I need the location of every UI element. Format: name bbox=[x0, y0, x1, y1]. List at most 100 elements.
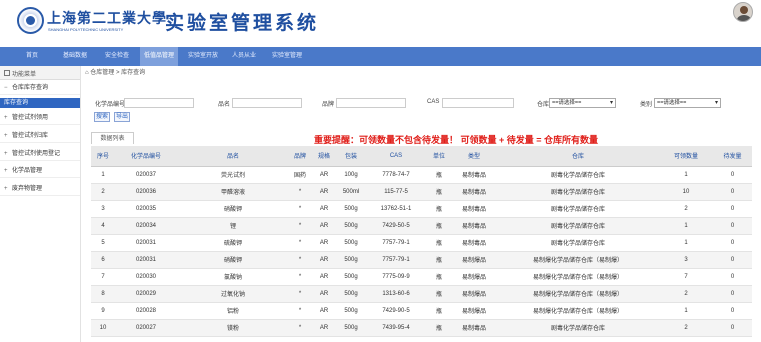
column-header: 化学品编号 bbox=[115, 146, 177, 167]
table-cell: 10 bbox=[91, 319, 115, 337]
table-cell: 500g bbox=[337, 200, 365, 218]
table-row[interactable]: 7 020030 氯酸钠 * AR 500g 7775-09-9 瓶易制爆品 易制爆化学品储存仓… bbox=[91, 268, 752, 286]
table-cell: 0 bbox=[713, 200, 752, 218]
table-cell: 瓶 bbox=[427, 217, 451, 235]
table-cell: 0 bbox=[713, 251, 752, 269]
table-row[interactable]: 1 020037 荧光试剂 国药 AR 100g 7778-74-7 瓶易制毒品 剧毒化学品储存… bbox=[91, 166, 752, 184]
nav-personnel[interactable]: 人员从业 bbox=[227, 47, 261, 66]
column-header: 可领数量 bbox=[659, 146, 713, 167]
table-cell: 瓶 bbox=[427, 234, 451, 252]
table-cell: 020031 bbox=[115, 251, 177, 269]
nav-consumables[interactable]: 低值品管理 bbox=[140, 47, 178, 66]
table-cell: 瓶 bbox=[427, 268, 451, 286]
table-cell: 500g bbox=[337, 285, 365, 303]
table-cell: AR bbox=[311, 268, 337, 286]
expand-icon: + bbox=[4, 151, 8, 157]
table-cell: 500g bbox=[337, 319, 365, 337]
table-cell: * bbox=[289, 319, 311, 337]
table-row[interactable]: 8 020029 过氧化钠 * AR 500g 1313-60-6 瓶易制爆品 易制爆化学品储存… bbox=[91, 285, 752, 303]
nav-basic-data[interactable]: 基础数据 bbox=[56, 47, 94, 66]
table-cell: 13762-51-1 bbox=[365, 200, 427, 218]
table-cell: 易制爆化学品储存仓库（易制爆） bbox=[497, 285, 659, 303]
warehouse-select[interactable]: ==请选择== bbox=[549, 98, 616, 108]
table-cell: 500g bbox=[337, 217, 365, 235]
table-cell: * bbox=[289, 234, 311, 252]
sidebar-item-reagent-usage-log[interactable]: + 管控试剂使用登记 bbox=[0, 147, 80, 161]
sidebar-header: 功能菜单 bbox=[0, 66, 80, 80]
sidebar-item-inventory-query[interactable]: − 仓库库存查询 bbox=[0, 81, 80, 95]
table-cell: 3 bbox=[91, 200, 115, 218]
table-cell: 500ml bbox=[337, 183, 365, 201]
table-cell: 2 bbox=[659, 200, 713, 218]
nav-home[interactable]: 首页 bbox=[14, 47, 50, 66]
sidebar-item-reagent-requisition[interactable]: + 管控试剂领用 bbox=[0, 111, 80, 125]
table-cell: 瓶 bbox=[427, 319, 451, 337]
tab-data-list[interactable]: 数据列表 bbox=[91, 132, 134, 144]
sidebar-item-chemical-management[interactable]: + 化学品管理 bbox=[0, 164, 80, 178]
table-row[interactable]: 9 020028 铝粉 * AR 500g 7429-90-5 瓶易制爆品 易制爆化学品储存仓库… bbox=[91, 302, 752, 320]
nav-lab-open[interactable]: 实验室开放 bbox=[182, 47, 224, 66]
table-cell: 镁粉 bbox=[177, 319, 289, 337]
table-cell: 7439-95-4 bbox=[365, 319, 427, 337]
table-cell: 7 bbox=[91, 268, 115, 286]
table-cell: * bbox=[289, 302, 311, 320]
export-button[interactable]: 导出 bbox=[114, 112, 130, 122]
table-row[interactable]: 10 020027 镁粉 * AR 500g 7439-95-4 瓶易制毒品 剧毒化学品储存仓库… bbox=[91, 319, 752, 337]
nav-lab-management[interactable]: 实验室管理 bbox=[265, 47, 309, 66]
table-cell: 易制爆化学品储存仓库（易制爆） bbox=[497, 268, 659, 286]
search-button[interactable]: 搜索 bbox=[94, 112, 110, 122]
table-cell: * bbox=[289, 200, 311, 218]
brand-input[interactable] bbox=[336, 98, 406, 108]
table-row[interactable]: 5 020031 硫酸钾 * AR 500g 7757-79-1 瓶易制毒品 剧毒化学品储存仓库… bbox=[91, 234, 752, 252]
table-row[interactable]: 2 020036 甲醛溶液 * AR 500ml 115-77-5 瓶易制毒品 剧毒化学品储存仓… bbox=[91, 183, 752, 201]
expand-icon: + bbox=[4, 115, 8, 121]
table-cell: 易制毒品 bbox=[451, 200, 497, 218]
filter-label-chemical-no: 化学品编号 bbox=[95, 102, 126, 108]
table-cell: 0 bbox=[713, 268, 752, 286]
nav-safety-check[interactable]: 安全检查 bbox=[98, 47, 136, 66]
sidebar-title: 功能菜单 bbox=[12, 72, 37, 78]
table-row[interactable]: 3 020035 硝酸钾 * AR 500g 13762-51-1 瓶易制毒品 剧毒化学品储存仓… bbox=[91, 200, 752, 218]
table-cell: 0 bbox=[713, 285, 752, 303]
table-row[interactable]: 4 020034 锂 * AR 500g 7429-50-5 瓶易制毒品 剧毒化学品储存仓库 1 0 bbox=[91, 217, 752, 235]
table-cell: 剧毒化学品储存仓库 bbox=[497, 200, 659, 218]
table-cell: 0 bbox=[713, 302, 752, 320]
table-cell: AR bbox=[311, 183, 337, 201]
table-cell: 瓶 bbox=[427, 166, 451, 184]
chemical-no-input[interactable] bbox=[124, 98, 194, 108]
table-cell: 易制爆品 bbox=[451, 268, 497, 286]
table-cell: 剧毒化学品储存仓库 bbox=[497, 217, 659, 235]
table-cell: 易制毒品 bbox=[451, 319, 497, 337]
table-cell: 易制爆品 bbox=[451, 251, 497, 269]
table-row[interactable]: 6 020031 硝酸钾 * AR 500g 7757-79-1 瓶易制爆品 易制爆化学品储存仓… bbox=[91, 251, 752, 269]
table-cell: 7757-79-1 bbox=[365, 251, 427, 269]
sidebar-item-reagent-return[interactable]: + 管控试剂归库 bbox=[0, 129, 80, 143]
table-cell: AR bbox=[311, 217, 337, 235]
column-header: CAS bbox=[365, 146, 427, 167]
table-cell: 荧光试剂 bbox=[177, 166, 289, 184]
table-cell: 020031 bbox=[115, 234, 177, 252]
column-header: 规格 bbox=[311, 146, 337, 167]
category-select[interactable]: ==请选择== bbox=[654, 98, 721, 108]
table-cell: 2 bbox=[91, 183, 115, 201]
column-header: 序号 bbox=[91, 146, 115, 167]
sidebar-subitem-stock-query[interactable]: 库存查询 bbox=[0, 98, 80, 108]
name-input[interactable] bbox=[232, 98, 302, 108]
table-cell: 6 bbox=[91, 251, 115, 269]
table-cell: 瓶 bbox=[427, 183, 451, 201]
table-cell: 易制爆品 bbox=[451, 302, 497, 320]
table-cell: 3 bbox=[659, 251, 713, 269]
table-cell: 500g bbox=[337, 251, 365, 269]
sidebar-item-waste-management[interactable]: + 废弃物管理 bbox=[0, 182, 80, 196]
menu-icon bbox=[4, 70, 10, 76]
user-avatar[interactable] bbox=[733, 2, 753, 22]
cas-input[interactable] bbox=[442, 98, 514, 108]
table-cell: 020035 bbox=[115, 200, 177, 218]
table-cell: 锂 bbox=[177, 217, 289, 235]
table-cell: AR bbox=[311, 319, 337, 337]
table-cell: 8 bbox=[91, 285, 115, 303]
table-cell: 剧毒化学品储存仓库 bbox=[497, 319, 659, 337]
table-cell: * bbox=[289, 268, 311, 286]
filter-label-category: 类别 bbox=[640, 102, 653, 108]
table-cell: 易制爆化学品储存仓库（易制爆） bbox=[497, 302, 659, 320]
